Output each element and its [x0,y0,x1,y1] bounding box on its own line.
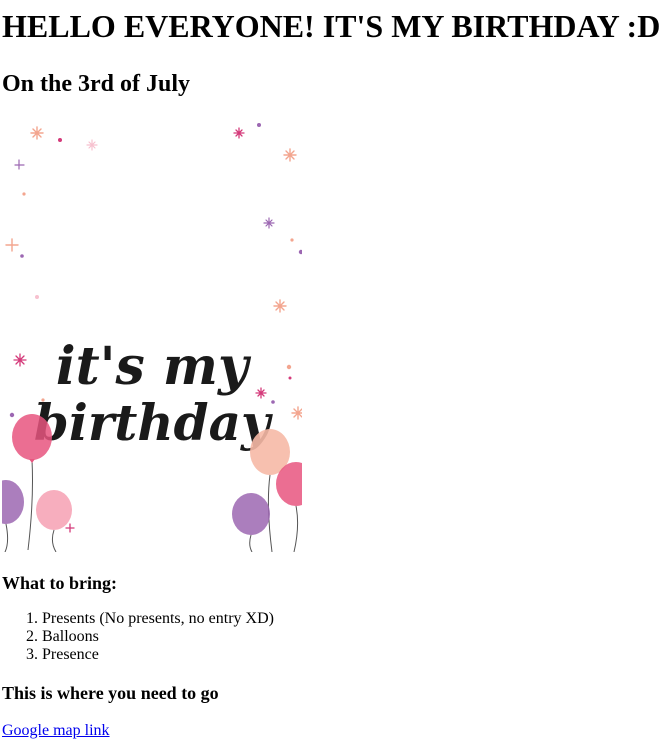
date-subheading: On the 3rd of July [2,71,191,97]
bring-list: Presents (No presents, no entry XD) Ball… [2,610,670,664]
location-heading: This is where you need to go [2,683,219,703]
page-title: HELLO EVERYONE! IT'S MY BIRTHDAY :D [2,8,661,44]
list-item: Presence [42,646,670,664]
list-item: Presents (No presents, no entry XD) [42,610,670,628]
page-content: HELLO EVERYONE! IT'S MY BIRTHDAY :D On t… [0,8,670,740]
bring-heading: What to bring: [2,573,118,593]
card-line-1: it's my [56,336,252,397]
list-item: Balloons [42,628,670,646]
google-map-link[interactable]: Google map link [2,722,110,740]
card-line-2: birthday [34,393,273,452]
birthday-card-image: it's my birthday [2,122,302,552]
card-lettering: it's my birthday [34,336,273,452]
